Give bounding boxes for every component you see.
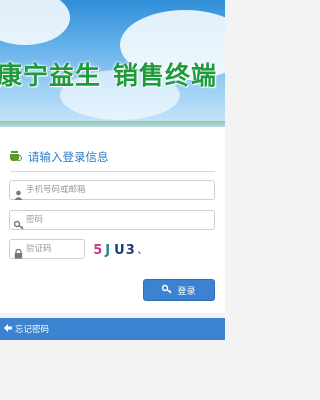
login-panel: 请输入登录信息 5 J U3 、 登录 [0,127,225,313]
captcha-char: 5 [93,242,104,258]
forgot-password-label: 忘记密码 [15,325,50,335]
password-input[interactable] [26,215,196,225]
lock-icon [14,244,23,259]
login-button[interactable]: 登录 [143,279,215,301]
password-field[interactable] [9,210,215,230]
captcha-char: U3 [114,242,136,258]
forgot-password-link[interactable]: 忘记密码 [0,318,225,340]
account-input[interactable] [26,185,196,195]
key-icon [13,215,24,230]
cup-icon [10,151,22,162]
login-button-label: 登录 [177,286,196,297]
captcha-field[interactable] [9,239,85,259]
banner-title: 康宁益生 销售终端 [0,56,217,92]
divider [10,171,215,172]
captcha-char: J [105,242,112,258]
captcha-input[interactable] [26,244,81,254]
banner-title-right: 销售终端 [113,61,218,90]
login-header: 请输入登录信息 [10,149,109,165]
header-banner: 康宁益生 销售终端 [0,0,225,127]
captcha-image[interactable]: 5 J U3 、 [93,239,147,261]
login-heading: 请输入登录信息 [28,150,109,164]
captcha-noise: 、 [137,245,147,255]
user-icon [14,185,23,200]
key-icon [162,284,172,297]
banner-title-left: 康宁益生 [0,61,102,90]
arrow-left-icon [4,323,12,335]
account-field[interactable] [9,180,215,200]
cloud-decoration [0,0,70,45]
